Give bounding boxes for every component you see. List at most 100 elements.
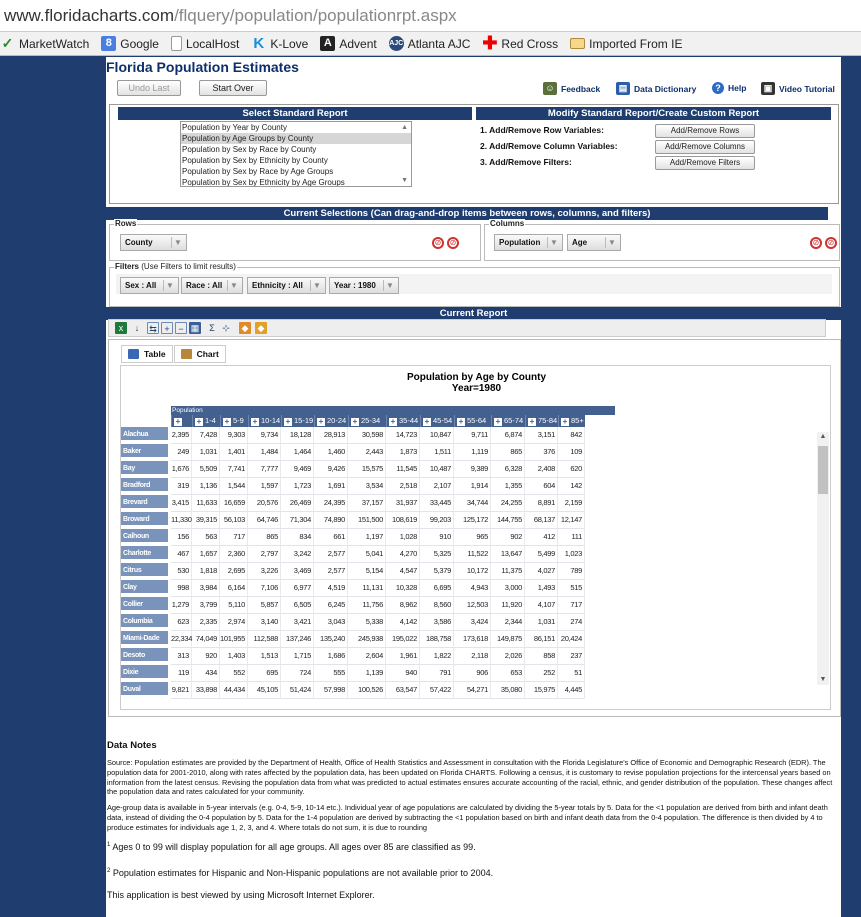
column-header[interactable]: +55-64 bbox=[454, 415, 491, 427]
expand-plus-icon[interactable]: + bbox=[251, 418, 259, 426]
chevron-down-icon[interactable]: ▼ bbox=[310, 280, 323, 291]
column-header[interactable]: +20-24 bbox=[314, 415, 348, 427]
expand-plus-icon[interactable]: + bbox=[351, 418, 359, 426]
data-dictionary-link[interactable]: ▤ Data Dictionary bbox=[616, 82, 696, 95]
column-header[interactable]: +5-9 bbox=[220, 415, 248, 427]
county-row-header[interactable]: Duval bbox=[121, 682, 168, 697]
collapse-icon[interactable]: − bbox=[175, 322, 187, 334]
add-remove-columns-button[interactable]: Add/Remove Columns bbox=[655, 140, 755, 154]
county-row-header[interactable]: Alachua bbox=[121, 427, 168, 442]
expand-plus-icon[interactable]: + bbox=[494, 418, 502, 426]
table-scrollbar[interactable]: ▲ ▼ bbox=[817, 432, 829, 685]
download-arrow-icon[interactable]: ↓ bbox=[131, 322, 143, 334]
crosshair-icon[interactable]: ⊹ bbox=[220, 322, 232, 334]
column-chip-age[interactable]: Age ▼ bbox=[567, 234, 621, 251]
remove-icon[interactable]: ⊘ bbox=[447, 237, 459, 249]
pivot-clear-icon[interactable]: ⊘ bbox=[432, 237, 444, 249]
help-link[interactable]: ? Help bbox=[712, 82, 746, 94]
tab-chart[interactable]: Chart bbox=[173, 345, 226, 363]
add-remove-filters-button[interactable]: Add/Remove Filters bbox=[655, 156, 755, 170]
filter-chip-sex[interactable]: Sex : All ▼ bbox=[120, 277, 179, 294]
scroll-up-arrow-icon[interactable]: ▲ bbox=[401, 124, 408, 131]
county-row-header[interactable]: Collier bbox=[121, 597, 168, 612]
report-option-selected[interactable]: Population by Age Groups by County bbox=[181, 133, 411, 144]
excel-export-icon[interactable]: x bbox=[115, 322, 127, 334]
chevron-down-icon[interactable]: ▼ bbox=[547, 237, 560, 248]
color-palette-icon[interactable]: ▦ bbox=[189, 322, 201, 334]
filter-chip-race[interactable]: Race : All ▼ bbox=[181, 277, 243, 294]
column-header[interactable]: +1-4 bbox=[192, 415, 220, 427]
county-row-header[interactable]: Charlotte bbox=[121, 546, 168, 561]
chevron-down-icon[interactable]: ▼ bbox=[605, 237, 618, 248]
bookmark-imported-from-ie[interactable]: Imported From IE bbox=[570, 37, 682, 51]
county-row-header[interactable]: Baker bbox=[121, 444, 168, 459]
county-row-header[interactable]: Calhoun bbox=[121, 529, 168, 544]
filter-chip-year[interactable]: Year : 1980 ▼ bbox=[329, 277, 399, 294]
standard-report-list[interactable]: Population by Year by County Population … bbox=[180, 121, 412, 187]
sum-icon[interactable]: Σ bbox=[206, 322, 218, 334]
report-option[interactable]: Population by Sex by Race by County bbox=[181, 144, 411, 155]
county-row-header[interactable]: Bay bbox=[121, 461, 168, 476]
expand-plus-icon[interactable]: + bbox=[423, 418, 431, 426]
column-header[interactable]: +85+ bbox=[558, 415, 585, 427]
report-option[interactable]: Population by Sex by Race by Age Groups bbox=[181, 166, 411, 177]
column-header[interactable]: +75-84 bbox=[525, 415, 558, 427]
chevron-down-icon[interactable]: ▼ bbox=[163, 280, 176, 291]
format-icon[interactable]: ◆ bbox=[239, 322, 251, 334]
bookmark-localhost[interactable]: LocalHost bbox=[170, 36, 239, 51]
bookmark-marketwatch[interactable]: ✓ MarketWatch bbox=[0, 36, 90, 51]
expand-plus-icon[interactable]: + bbox=[561, 418, 569, 426]
remove-icon[interactable]: ⊘ bbox=[825, 237, 837, 249]
scroll-up-arrow-icon[interactable]: ▲ bbox=[817, 432, 829, 442]
column-chip-population[interactable]: Population ▼ bbox=[494, 234, 563, 251]
bookmark-klove[interactable]: K K-Love bbox=[251, 36, 308, 51]
chevron-down-icon[interactable]: ▼ bbox=[383, 280, 396, 291]
row-chip-county[interactable]: County ▼ bbox=[120, 234, 187, 251]
county-row-header[interactable]: Bradford bbox=[121, 478, 168, 493]
expand-plus-icon[interactable]: + bbox=[174, 418, 182, 426]
column-header[interactable]: +65-74 bbox=[491, 415, 525, 427]
bookmark-red-cross[interactable]: ✚ Red Cross bbox=[482, 34, 558, 52]
scroll-down-arrow-icon[interactable]: ▼ bbox=[401, 177, 408, 184]
scroll-thumb[interactable] bbox=[818, 446, 828, 494]
county-row-header[interactable]: Citrus bbox=[121, 563, 168, 578]
column-header[interactable]: +15-19 bbox=[281, 415, 314, 427]
expand-plus-icon[interactable]: + bbox=[389, 418, 397, 426]
county-row-header[interactable]: Dixie bbox=[121, 665, 168, 680]
settings-icon[interactable]: ◆ bbox=[255, 322, 267, 334]
feedback-link[interactable]: ☺ Feedback bbox=[543, 82, 600, 95]
scroll-down-arrow-icon[interactable]: ▼ bbox=[817, 675, 829, 685]
report-option[interactable]: Population by Year by County bbox=[181, 122, 411, 133]
start-over-button[interactable]: Start Over bbox=[199, 80, 267, 96]
expand-plus-icon[interactable]: + bbox=[284, 418, 292, 426]
chevron-down-icon[interactable]: ▼ bbox=[227, 280, 240, 291]
bookmark-google[interactable]: 8 Google bbox=[101, 36, 159, 51]
column-header[interactable]: +25-34 bbox=[348, 415, 386, 427]
pivot-clear-icon[interactable]: ⊘ bbox=[810, 237, 822, 249]
column-header[interactable]: +10-14 bbox=[248, 415, 281, 427]
county-row-header[interactable]: Broward bbox=[121, 512, 168, 527]
bookmark-advent[interactable]: A Advent bbox=[320, 36, 377, 51]
video-tutorial-link[interactable]: ▣ Video Tutorial bbox=[761, 82, 835, 95]
undo-last-button[interactable]: Undo Last bbox=[117, 80, 181, 96]
county-row-header[interactable]: Columbia bbox=[121, 614, 168, 629]
swap-axes-icon[interactable]: ⇆ bbox=[147, 322, 159, 334]
expand-icon[interactable]: + bbox=[161, 322, 173, 334]
tab-table[interactable]: Table bbox=[121, 345, 173, 363]
filter-chip-ethnicity[interactable]: Ethnicity : All ▼ bbox=[247, 277, 326, 294]
bookmark-atlanta-ajc[interactable]: AJC Atlanta AJC bbox=[388, 36, 470, 51]
county-row-header[interactable]: Clay bbox=[121, 580, 168, 595]
county-row-header[interactable]: Miami-Dade bbox=[121, 631, 168, 646]
column-header[interactable]: +<1 bbox=[171, 415, 192, 437]
county-row-header[interactable]: Brevard bbox=[121, 495, 168, 510]
expand-plus-icon[interactable]: + bbox=[457, 418, 465, 426]
expand-plus-icon[interactable]: + bbox=[223, 418, 231, 426]
report-option[interactable]: Population by Sex by Ethnicity by County bbox=[181, 155, 411, 166]
column-header[interactable]: +45-54 bbox=[420, 415, 454, 427]
county-row-header[interactable]: Desoto bbox=[121, 648, 168, 663]
column-header[interactable]: +35-44 bbox=[386, 415, 420, 427]
expand-plus-icon[interactable]: + bbox=[317, 418, 325, 426]
add-remove-rows-button[interactable]: Add/Remove Rows bbox=[655, 124, 755, 138]
expand-plus-icon[interactable]: + bbox=[195, 418, 203, 426]
report-option[interactable]: Population by Sex by Ethnicity by Age Gr… bbox=[181, 177, 411, 186]
